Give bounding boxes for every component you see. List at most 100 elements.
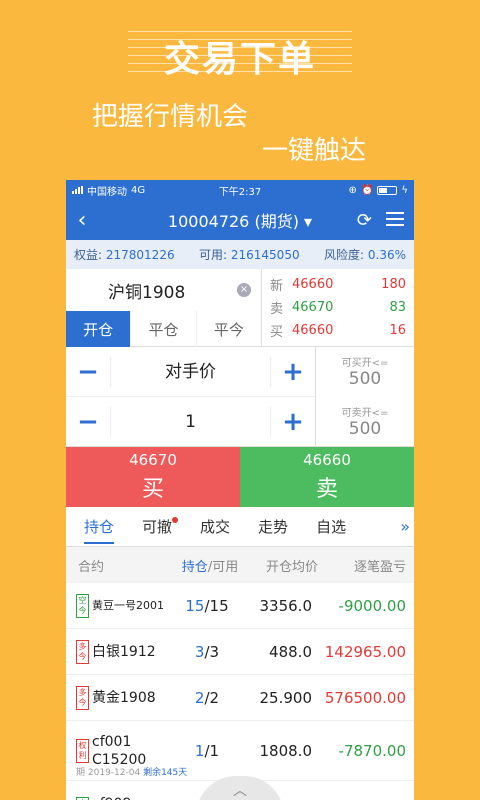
network-type: 4G xyxy=(131,184,146,196)
col-avg-price: 开仓均价 xyxy=(265,559,318,575)
qty-plus-button[interactable]: + xyxy=(271,407,315,437)
risk-value: 0.36% xyxy=(367,248,406,262)
position-tag: 空今 xyxy=(76,593,89,618)
sell-price: 46660 xyxy=(303,451,351,469)
tab-close[interactable]: 平仓 xyxy=(130,311,195,347)
col-contract: 合约 xyxy=(78,559,105,575)
expiry-date: 2019-12-04 xyxy=(87,768,141,778)
product-name: 沪铜1908 xyxy=(108,282,186,303)
tab-trend[interactable]: 走势 xyxy=(244,507,302,547)
avail-buy-value: 500 xyxy=(348,369,382,390)
order-params: − 对手价 + − 1 + 可买开<= 500 可卖开<= 500 xyxy=(66,347,414,447)
position-qty: 15/15 xyxy=(180,597,234,615)
charging-icon: ϟ xyxy=(401,184,408,196)
status-bar: 中国移动 4G 下午2:37 ⊕ ⏰ ϟ xyxy=(66,180,414,200)
expiry-remaining: 剩余145天 xyxy=(143,768,188,778)
contract-name: 黄金1908 xyxy=(92,689,156,706)
qty-input[interactable]: 1 xyxy=(110,407,271,437)
more-tabs-icon[interactable]: » xyxy=(400,517,414,536)
buy-price: 46670 xyxy=(129,451,177,469)
tab-filled[interactable]: 成交 xyxy=(186,507,244,547)
position-qty: 2/2 xyxy=(180,689,234,707)
price-input[interactable]: 对手价 xyxy=(110,356,271,387)
product-section: 沪铜1908 × 开仓 平仓 平今 新 46660 180 卖 46670 83… xyxy=(66,269,414,347)
tab-open[interactable]: 开仓 xyxy=(66,311,131,347)
account-selector[interactable]: 10004726 (期货) ▾ xyxy=(66,208,414,232)
buy-button[interactable]: 46670 买 xyxy=(66,447,240,507)
phone-screen: 中国移动 4G 下午2:37 ⊕ ⏰ ϟ ‹ 10004726 (期货) ▾ ⟳… xyxy=(66,180,414,800)
profit-loss: -9000.00 xyxy=(338,596,406,615)
bottom-tabs: 持仓 可撤 成交 走势 自选 » xyxy=(66,507,414,547)
position-tag: 多今 xyxy=(76,639,89,664)
col-position-avail: /可用 xyxy=(207,559,239,575)
price-minus-button[interactable]: − xyxy=(66,357,110,387)
quote-label: 卖 xyxy=(270,302,284,317)
avail-sell-label: 可卖开<= xyxy=(341,407,389,419)
contract-name: 白银1912 xyxy=(92,643,156,660)
price-plus-button[interactable]: + xyxy=(271,357,315,387)
equity-label: 权益: xyxy=(74,248,103,262)
tab-cancelable[interactable]: 可撤 xyxy=(128,507,186,547)
tab-close-today[interactable]: 平今 xyxy=(195,311,261,347)
table-row[interactable]: 权利 cf001 C15200 1/1 1808.0 -7870.00 期 20… xyxy=(66,721,414,781)
risk-label: 风险度: xyxy=(324,248,365,262)
position-avail: /1 xyxy=(204,741,220,760)
battery-icon xyxy=(377,185,398,195)
avail-buy-label: 可买开<= xyxy=(341,358,389,370)
profit-loss: 142965.00 xyxy=(324,642,406,661)
product-input[interactable]: 沪铜1908 × xyxy=(66,269,261,311)
account-summary: 权益: 217801226 可用: 216145050 风险度: 0.36% xyxy=(66,240,414,269)
available-label: 可用: xyxy=(199,248,228,262)
col-position: 持仓/可用 xyxy=(176,556,244,575)
position-avail: /2 xyxy=(204,688,220,707)
position-tag: 空 xyxy=(76,796,89,800)
position-qty: 1/1 xyxy=(180,742,234,760)
carrier: 中国移动 xyxy=(87,186,127,198)
alarm-icon: ⏰ xyxy=(360,184,374,196)
sell-button[interactable]: 46660 卖 xyxy=(240,447,414,507)
price-stepper: − 对手价 + xyxy=(66,347,315,397)
notification-dot xyxy=(172,516,179,523)
positions-table-header: 合约 持仓/可用 开仓均价 逐笔盈亏 xyxy=(66,547,414,583)
qty-minus-button[interactable]: − xyxy=(66,407,110,437)
trade-buttons: 46670 买 46660 卖 xyxy=(66,447,414,507)
quote-price[interactable]: 46660 xyxy=(292,323,352,338)
quote-label: 买 xyxy=(270,325,284,340)
profit-loss: 576500.00 xyxy=(324,688,406,707)
contract-name: cf001 C15200 xyxy=(92,733,147,768)
position-held: 15 xyxy=(185,596,205,615)
equity-value: 217801226 xyxy=(105,248,175,262)
order-type-tabs: 开仓 平仓 平今 xyxy=(66,311,261,347)
contract-name: cf909 xyxy=(92,795,180,800)
quote-volume: 180 xyxy=(381,277,406,292)
avail-sell: 可卖开<= 500 xyxy=(316,397,414,447)
table-row[interactable]: 多今 黄金1908 2/2 25.900 576500.00 xyxy=(66,675,414,721)
promo-subtitle-1: 把握行情机会 xyxy=(92,102,249,132)
quote-price[interactable]: 46670 xyxy=(292,300,352,315)
avail-buy: 可买开<= 500 xyxy=(316,347,414,397)
table-row[interactable]: 多今 白银1912 3/3 488.0 142965.00 xyxy=(66,629,414,675)
avg-price: 25.900 xyxy=(259,688,313,707)
tab-positions[interactable]: 持仓 xyxy=(70,507,128,547)
promo-title: 交易下单 xyxy=(163,39,316,80)
tab-cancelable-label: 可撤 xyxy=(142,517,173,536)
col-profit-loss: 逐笔盈亏 xyxy=(353,559,406,575)
clear-icon[interactable]: × xyxy=(237,283,251,297)
buy-label: 买 xyxy=(141,477,164,502)
lock-rotation-icon: ⊕ xyxy=(348,184,357,196)
position-tag: 权利 xyxy=(76,738,89,763)
avg-price: 488.0 xyxy=(269,642,312,661)
position-avail: /15 xyxy=(204,596,229,615)
menu-icon[interactable] xyxy=(386,211,404,226)
tab-watchlist[interactable]: 自选 xyxy=(302,507,360,547)
quantity-stepper: − 1 + xyxy=(66,397,315,447)
position-qty: 3/3 xyxy=(180,643,234,661)
profit-loss: -7870.00 xyxy=(338,741,406,760)
quote-volume: 83 xyxy=(389,300,406,315)
avg-price: 1808.0 xyxy=(259,741,313,760)
quote-price[interactable]: 46660 xyxy=(292,277,352,292)
table-row[interactable]: 空今 黄豆一号2001 15/15 3356.0 -9000.00 xyxy=(66,583,414,629)
quote-volume: 16 xyxy=(389,323,406,338)
available-value: 216145050 xyxy=(230,248,300,262)
col-position-hold: 持仓 xyxy=(181,559,208,575)
